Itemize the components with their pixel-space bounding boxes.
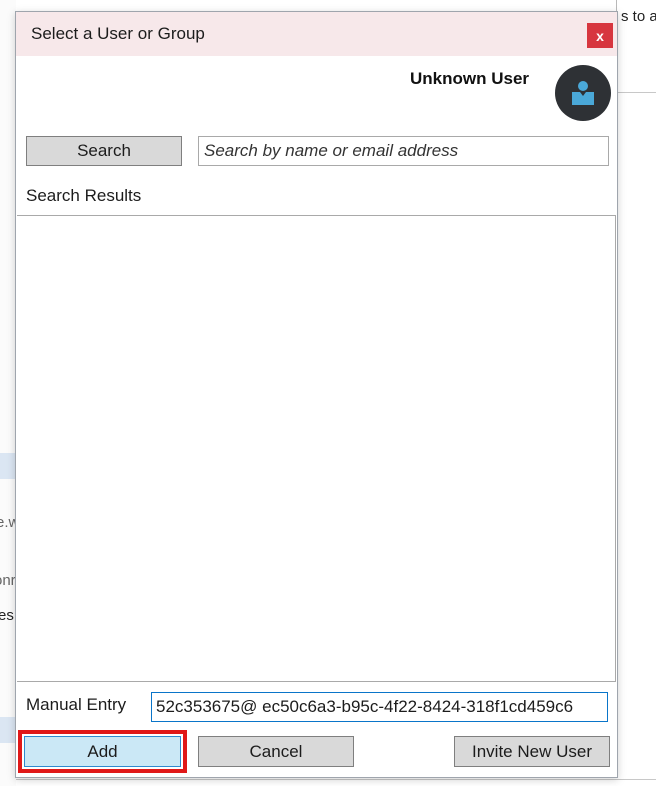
manual-entry-value: 52c353675@ ec50c6a3-b95c-4f22-8424-318f1…: [156, 697, 574, 716]
close-icon: x: [596, 27, 604, 44]
invite-new-user-button[interactable]: Invite New User: [454, 736, 610, 767]
search-button[interactable]: Search: [26, 136, 182, 166]
manual-entry-field[interactable]: 52c353675@ ec50c6a3-b95c-4f22-8424-318f1…: [151, 692, 608, 722]
search-button-label: Search: [77, 141, 131, 160]
add-button-label: Add: [87, 741, 118, 761]
background-selected-row-2: [0, 717, 16, 743]
invite-button-label: Invite New User: [472, 741, 592, 761]
background-window: [0, 0, 16, 786]
add-button[interactable]: Add: [24, 736, 181, 767]
search-placeholder: Search by name or email address: [204, 141, 459, 160]
dialog-title: Select a User or Group: [31, 24, 205, 43]
manual-entry-label: Manual Entry: [26, 695, 127, 714]
search-input[interactable]: Search by name or email address: [198, 136, 609, 166]
background-text-fragment: es: [0, 607, 14, 624]
background-text-fragment: onr: [0, 572, 16, 589]
search-results-list[interactable]: [17, 215, 616, 682]
avatar: [555, 65, 611, 121]
cancel-button[interactable]: Cancel: [198, 736, 354, 767]
current-user-name: Unknown User: [410, 69, 530, 88]
background-divider: [16, 779, 656, 780]
background-selected-row: [0, 453, 16, 479]
search-results-label: Search Results: [26, 186, 142, 205]
background-text-fragment: s to a: [621, 8, 656, 25]
cancel-button-label: Cancel: [249, 741, 303, 761]
dialog-title-bar[interactable]: Select a User or Group x: [16, 12, 617, 56]
select-user-dialog: Select a User or Group x Unknown User Se…: [15, 11, 618, 778]
close-button[interactable]: x: [587, 23, 613, 48]
user-badge-icon: [572, 81, 594, 105]
